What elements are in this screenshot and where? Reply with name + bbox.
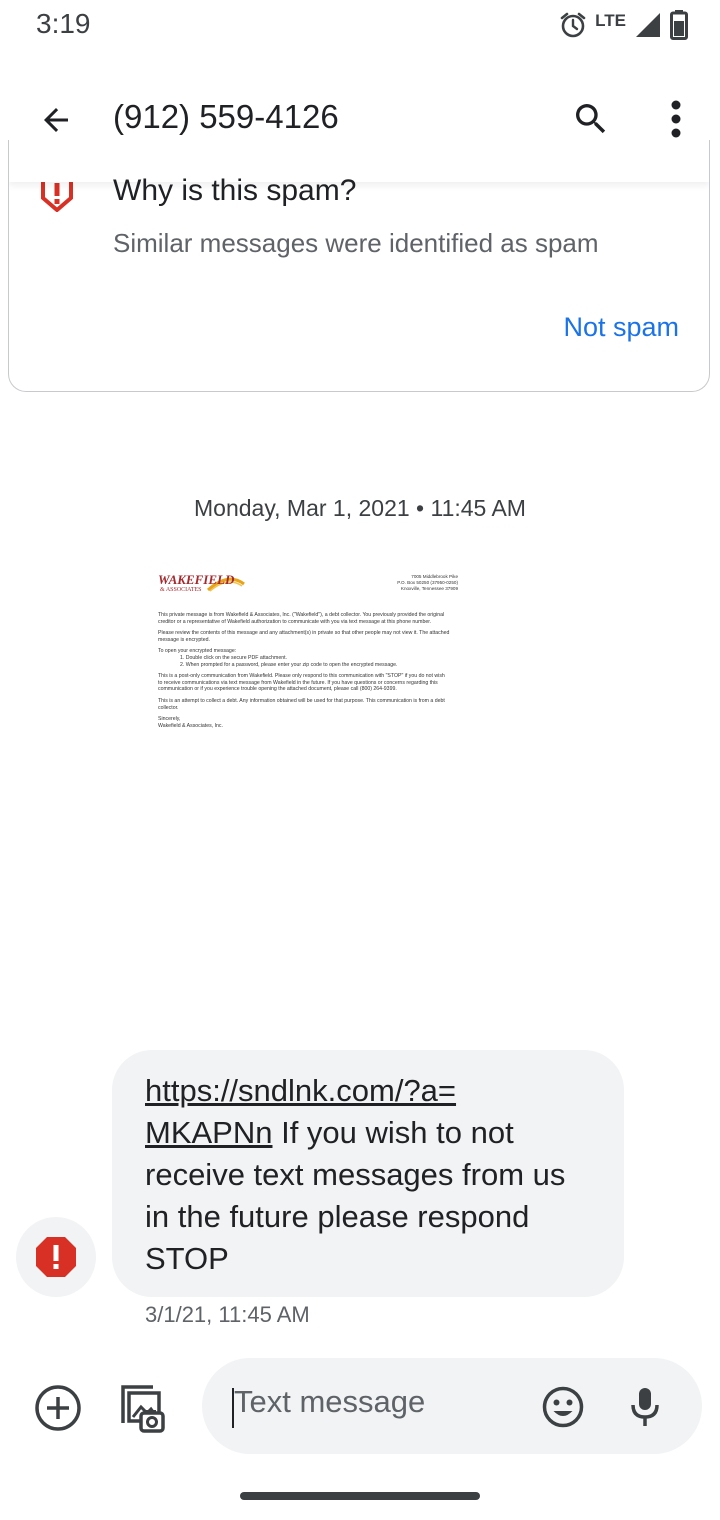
gesture-nav-handle[interactable] bbox=[240, 1492, 480, 1500]
emoji-button[interactable] bbox=[540, 1384, 586, 1430]
date-separator: Monday, Mar 1, 2021 • 11:45 AM bbox=[194, 495, 526, 521]
status-icons: LTE bbox=[559, 9, 688, 45]
conversation-title: (912) 559-4126 bbox=[113, 98, 339, 135]
message-bubble[interactable]: https://sndlnk.com/?a= MKAPNn If you wish… bbox=[112, 1050, 624, 1297]
letter-closing: Sincerely, bbox=[158, 716, 181, 723]
sender-avatar[interactable] bbox=[16, 1217, 96, 1297]
logo-word: WAKEFIELD bbox=[158, 572, 235, 587]
status-time: 3:19 bbox=[36, 8, 91, 39]
search-button[interactable] bbox=[566, 94, 616, 144]
battery-icon bbox=[670, 9, 688, 45]
spam-info-card: Why is this spam? Similar messages were … bbox=[8, 140, 710, 392]
letter-address: 7005 Middlebrook Pike P.O. Box 50250 (37… bbox=[397, 574, 458, 592]
letter-list-item: 1. Double click on the secure PDF attach… bbox=[180, 654, 287, 661]
letter-paragraph: Please review the contents of this messa… bbox=[158, 630, 450, 643]
signal-icon bbox=[634, 11, 662, 44]
letter-paragraph: This is an attempt to collect a debt. An… bbox=[158, 697, 445, 711]
message-link-part: MKAPNn bbox=[145, 1115, 273, 1150]
spam-card-title: Why is this spam? bbox=[113, 174, 357, 207]
logo-sub: & ASSOCIATES bbox=[160, 587, 202, 593]
letter-signature: Wakefield & Associates, Inc. bbox=[158, 722, 223, 729]
voice-input-button[interactable] bbox=[622, 1384, 668, 1430]
gallery-button[interactable] bbox=[114, 1382, 168, 1436]
add-attachment-button[interactable] bbox=[32, 1382, 84, 1434]
back-button[interactable] bbox=[32, 96, 80, 144]
message-link-part: https://sndlnk.com/?a= bbox=[145, 1073, 457, 1108]
gallery-icon bbox=[121, 1385, 165, 1433]
letter-paragraph: This is a post-only communication from W… bbox=[158, 673, 445, 693]
spam-alert-icon bbox=[36, 1237, 76, 1277]
more-vert-icon bbox=[671, 100, 681, 138]
wakefield-logo: WAKEFIELD & ASSOCIATES bbox=[158, 570, 245, 596]
add-circle-icon bbox=[35, 1385, 81, 1431]
compose-placeholder: Text message bbox=[234, 1384, 426, 1419]
address-line: Knoxville, Tennessee 37909 bbox=[400, 586, 458, 591]
alarm-icon bbox=[559, 11, 587, 44]
network-label: LTE bbox=[595, 11, 626, 30]
compose-field[interactable]: Text message bbox=[202, 1358, 702, 1454]
more-options-button[interactable] bbox=[652, 94, 700, 144]
spam-card-description: Similar messages were identified as spam bbox=[113, 228, 599, 258]
letter-paragraph: This private message is from Wakefield &… bbox=[158, 612, 445, 625]
mic-icon bbox=[631, 1388, 659, 1426]
back-arrow-icon bbox=[44, 108, 68, 132]
letter-image-attachment[interactable]: WAKEFIELD & ASSOCIATES 7005 Middlebrook … bbox=[150, 562, 460, 817]
letter-list-item: 2. When prompted for a password, please … bbox=[180, 661, 398, 668]
letter-paragraph: To open your encrypted message: bbox=[158, 648, 237, 655]
message-timestamp: 3/1/21, 11:45 AM bbox=[145, 1302, 310, 1327]
letter-body: This private message is from Wakefield &… bbox=[158, 612, 450, 734]
not-spam-button[interactable]: Not spam bbox=[563, 312, 679, 343]
status-bar: 3:19 LTE bbox=[0, 0, 720, 56]
emoji-icon bbox=[542, 1386, 584, 1428]
search-icon bbox=[576, 104, 606, 134]
